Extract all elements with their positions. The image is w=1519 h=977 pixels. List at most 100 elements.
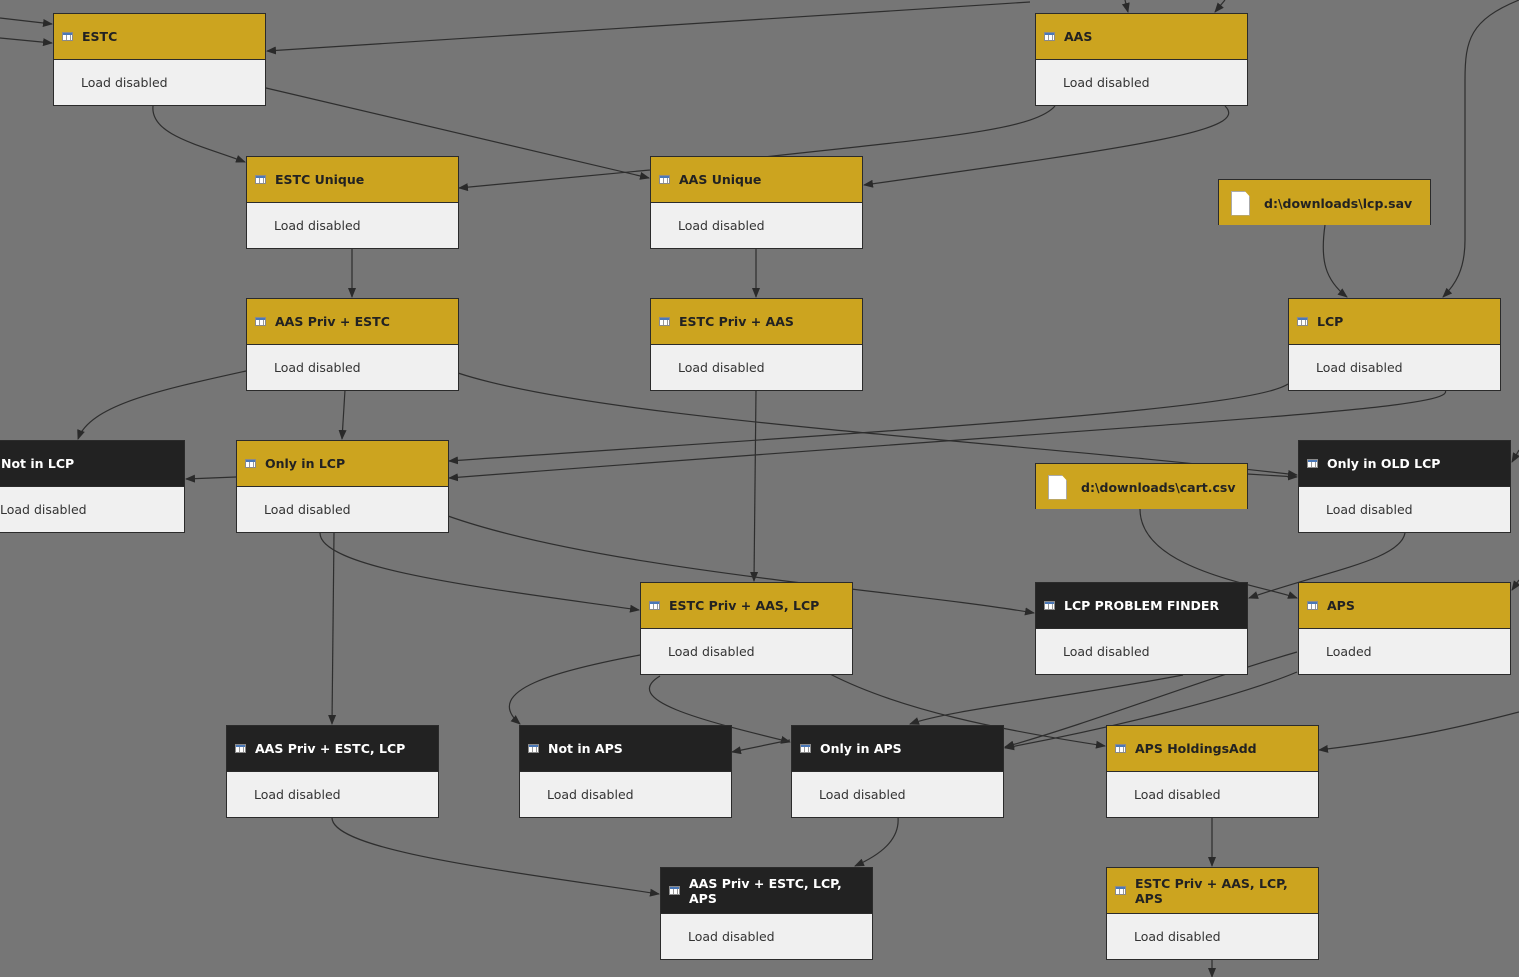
query-node-status: Load disabled [641, 629, 852, 674]
query-node-title: AAS Priv + ESTC, LCP, APS [689, 875, 842, 906]
query-node-header[interactable]: Only in APS [792, 726, 1003, 772]
query-node-title: ESTC [82, 29, 118, 44]
query-node[interactable]: ESTC Priv + AAS, LCP Load disabled [640, 582, 853, 675]
table-icon [528, 744, 539, 753]
query-node-header[interactable]: Not in APS [520, 726, 731, 772]
query-node[interactable]: APS Loaded [1298, 582, 1511, 675]
query-node[interactable]: Only in OLD LCP Load disabled [1298, 440, 1511, 533]
query-node-title: ESTC Priv + AAS, LCP [669, 598, 820, 613]
table-icon [669, 886, 680, 895]
query-node-status: Load disabled [227, 772, 438, 817]
query-node-title: d:\downloads\cart.csv [1081, 479, 1236, 495]
query-node-header[interactable]: Only in OLD LCP [1299, 441, 1510, 487]
query-node-status: Load disabled [247, 203, 458, 248]
query-node[interactable]: Not in APS Load disabled [519, 725, 732, 818]
query-node-title: APS HoldingsAdd [1135, 741, 1257, 756]
query-node-title: AAS Unique [679, 172, 762, 187]
query-node[interactable]: ESTC Priv + AAS Load disabled [650, 298, 863, 391]
query-node-status: Load disabled [1289, 345, 1500, 390]
table-icon [62, 32, 73, 41]
query-node-header[interactable]: Only in LCP [237, 441, 448, 487]
file-icon [1048, 474, 1067, 500]
query-node[interactable]: APS HoldingsAdd Load disabled [1106, 725, 1319, 818]
query-node-title: AAS Priv + ESTC, LCP [255, 741, 406, 756]
query-node-title: Not in LCP [1, 456, 75, 471]
table-icon [659, 317, 670, 326]
query-node-title: ESTC Priv + AAS [679, 314, 794, 329]
query-node-status: Load disabled [1107, 914, 1318, 959]
query-node[interactable]: ESTC Load disabled [53, 13, 266, 106]
query-node-title: Only in LCP [265, 456, 346, 471]
query-node[interactable]: ESTC Unique Load disabled [246, 156, 459, 249]
query-node-title: Only in APS [820, 741, 902, 756]
query-node-header[interactable]: LCP PROBLEM FINDER [1036, 583, 1247, 629]
table-icon [1115, 886, 1126, 895]
table-icon [245, 459, 256, 468]
query-node-header[interactable]: AAS Priv + ESTC, LCP [227, 726, 438, 772]
query-node-status: Loaded [1299, 629, 1510, 674]
query-node[interactable]: d:\downloads\lcp.sav [1218, 179, 1431, 225]
query-node-header[interactable]: ESTC Unique [247, 157, 458, 203]
table-icon [1297, 317, 1308, 326]
query-node-title: ESTC Priv + AAS, LCP, APS [1135, 875, 1288, 906]
query-node-title: AAS [1064, 29, 1093, 44]
query-node-header[interactable]: APS [1299, 583, 1510, 629]
query-node-status: Load disabled [1036, 629, 1247, 674]
query-node-header[interactable]: ESTC [54, 14, 265, 60]
table-icon [1307, 459, 1318, 468]
query-node[interactable]: AAS Unique Load disabled [650, 156, 863, 249]
query-node-title: AAS Priv + ESTC [275, 314, 390, 329]
query-node-header[interactable]: LCP [1289, 299, 1500, 345]
table-icon [800, 744, 811, 753]
query-node-status: Load disabled [792, 772, 1003, 817]
query-node-header[interactable]: d:\downloads\lcp.sav [1219, 180, 1430, 226]
query-node[interactable]: AAS Load disabled [1035, 13, 1248, 106]
dependency-edges [0, 0, 1519, 977]
query-node-status: Load disabled [651, 345, 862, 390]
query-node-status: Load disabled [651, 203, 862, 248]
query-node-header[interactable]: AAS Priv + ESTC [247, 299, 458, 345]
query-node-status: Load disabled [0, 487, 184, 532]
query-node[interactable]: AAS Priv + ESTC, LCP Load disabled [226, 725, 439, 818]
query-node[interactable]: Not in LCP Load disabled [0, 440, 185, 533]
query-node[interactable]: d:\downloads\cart.csv [1035, 463, 1248, 509]
query-node-header[interactable]: APS HoldingsAdd [1107, 726, 1318, 772]
query-node-status: Load disabled [1299, 487, 1510, 532]
table-icon [649, 601, 660, 610]
table-icon [659, 175, 670, 184]
query-node-header[interactable]: ESTC Priv + AAS, LCP, APS [1107, 868, 1318, 914]
query-node[interactable]: Only in APS Load disabled [791, 725, 1004, 818]
query-node[interactable]: ESTC Priv + AAS, LCP, APS Load disabled [1106, 867, 1319, 960]
query-node-status: Load disabled [1036, 60, 1247, 105]
table-icon [255, 175, 266, 184]
query-node-header[interactable]: AAS Priv + ESTC, LCP, APS [661, 868, 872, 914]
query-node-title: APS [1327, 598, 1355, 613]
table-icon [235, 744, 246, 753]
query-node-title: LCP PROBLEM FINDER [1064, 598, 1220, 613]
query-node-header[interactable]: Not in LCP [0, 441, 184, 487]
query-node-header[interactable]: ESTC Priv + AAS [651, 299, 862, 345]
query-node-title: LCP [1317, 314, 1344, 329]
query-node-title: ESTC Unique [275, 172, 365, 187]
query-node-header[interactable]: ESTC Priv + AAS, LCP [641, 583, 852, 629]
query-node[interactable]: AAS Priv + ESTC Load disabled [246, 298, 459, 391]
query-node-status: Load disabled [237, 487, 448, 532]
query-node[interactable]: AAS Priv + ESTC, LCP, APS Load disabled [660, 867, 873, 960]
table-icon [1044, 32, 1055, 41]
query-node[interactable]: LCP Load disabled [1288, 298, 1501, 391]
query-node-status: Load disabled [247, 345, 458, 390]
query-node-title: d:\downloads\lcp.sav [1264, 195, 1413, 211]
query-node-title: Only in OLD LCP [1327, 456, 1441, 471]
query-node[interactable]: LCP PROBLEM FINDER Load disabled [1035, 582, 1248, 675]
table-icon [1115, 744, 1126, 753]
query-node-status: Load disabled [1107, 772, 1318, 817]
query-node[interactable]: Only in LCP Load disabled [236, 440, 449, 533]
table-icon [1044, 601, 1055, 610]
query-node-header[interactable]: d:\downloads\cart.csv [1036, 464, 1247, 510]
file-icon [1231, 190, 1250, 216]
query-node-title: Not in APS [548, 741, 623, 756]
query-node-header[interactable]: AAS Unique [651, 157, 862, 203]
query-node-header[interactable]: AAS [1036, 14, 1247, 60]
table-icon [1307, 601, 1318, 610]
query-node-status: Load disabled [520, 772, 731, 817]
